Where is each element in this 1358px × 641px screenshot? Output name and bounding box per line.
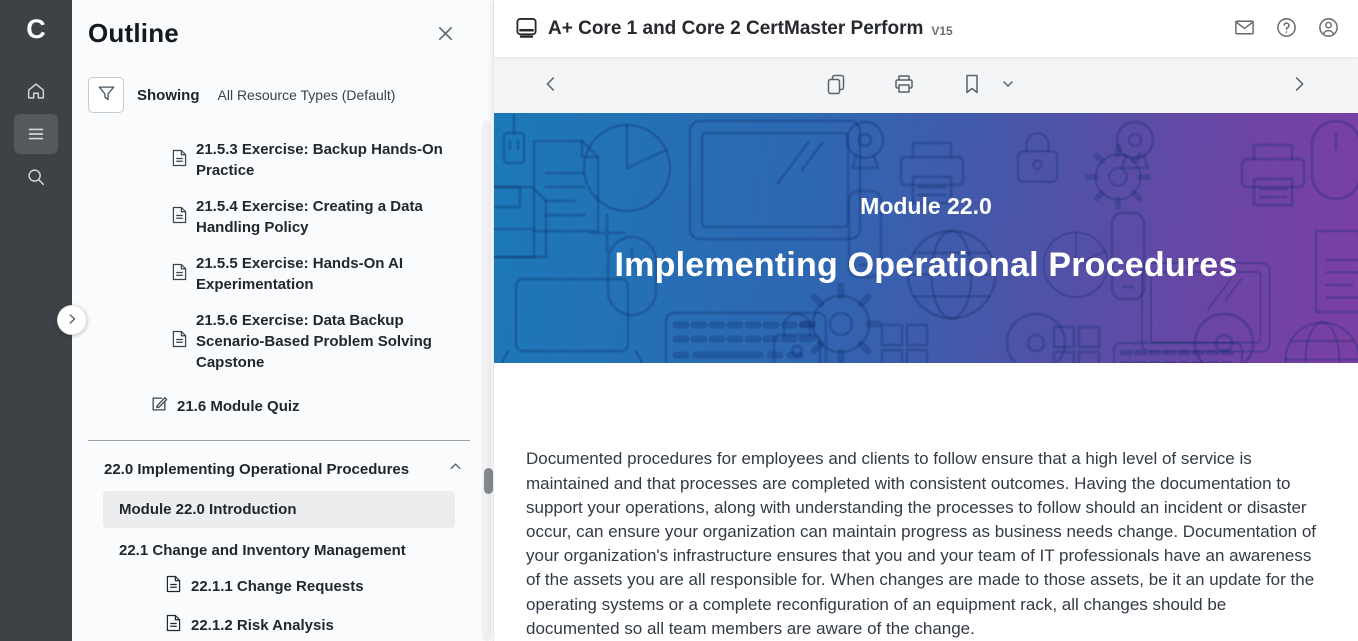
filter-value: All Resource Types (Default) xyxy=(218,87,396,103)
print-icon xyxy=(892,72,916,99)
outline-item[interactable]: 22.1.2 Risk Analysis xyxy=(166,614,477,636)
bookmark-menu-button[interactable] xyxy=(1000,76,1016,95)
course-header: A+ Core 1 and Core 2 CertMaster Perform … xyxy=(494,0,1358,57)
chevron-down-icon xyxy=(1000,76,1016,95)
help-button[interactable] xyxy=(1275,16,1298,42)
panel-expand-button[interactable] xyxy=(57,305,87,335)
lesson-body: Documented procedures for employees and … xyxy=(494,363,1358,641)
help-icon xyxy=(1275,16,1298,42)
filter-button[interactable] xyxy=(88,77,124,113)
chevron-left-icon xyxy=(540,73,562,98)
content-toolbar xyxy=(494,57,1358,113)
home-button[interactable] xyxy=(14,74,58,108)
bookmark-icon xyxy=(960,72,984,99)
module-banner: Module 22.0 Implementing Operational Pro… xyxy=(494,113,1358,363)
messages-button[interactable] xyxy=(1233,16,1256,42)
course-book-icon xyxy=(515,17,538,40)
toolbar-center-group xyxy=(824,72,1016,99)
copy-button[interactable] xyxy=(824,72,848,99)
close-icon xyxy=(436,31,455,46)
outline-item-label: 21.5.4 Exercise: Creating a Data Handlin… xyxy=(196,196,446,238)
outline-item-quiz[interactable]: 21.6 Module Quiz xyxy=(150,395,477,418)
search-button[interactable] xyxy=(14,160,58,194)
close-outline-button[interactable] xyxy=(436,24,455,46)
document-icon xyxy=(172,206,187,229)
outline-item[interactable]: 22.1.1 Change Requests xyxy=(166,575,477,597)
copy-icon xyxy=(824,72,848,99)
brand-logo[interactable]: C xyxy=(26,12,46,46)
print-button[interactable] xyxy=(892,72,916,99)
app: C Outli xyxy=(0,0,1358,641)
chevron-right-icon xyxy=(1288,73,1310,98)
filter-row: Showing All Resource Types (Default) xyxy=(88,77,477,113)
section-heading-label: 22.0 Implementing Operational Procedures xyxy=(104,461,409,478)
document-icon xyxy=(166,575,181,597)
chevron-right-icon xyxy=(65,312,79,329)
lesson-paragraph: Documented procedures for employees and … xyxy=(526,447,1320,641)
account-icon xyxy=(1317,16,1340,42)
outline-scrollbar-track[interactable] xyxy=(482,120,491,641)
mail-icon xyxy=(1233,16,1256,42)
outline-subsection[interactable]: 22.1 Change and Inventory Management xyxy=(119,542,477,559)
outline-divider xyxy=(88,440,470,441)
outline-item[interactable]: 21.5.6 Exercise: Data Backup Scenario-Ba… xyxy=(172,310,477,373)
quiz-icon xyxy=(150,395,168,418)
document-icon xyxy=(172,149,187,172)
outline-item[interactable]: 21.5.5 Exercise: Hands-On AI Experimenta… xyxy=(172,253,477,295)
search-icon xyxy=(25,166,47,188)
course-version: V15 xyxy=(931,24,952,38)
outline-item[interactable]: 21.5.4 Exercise: Creating a Data Handlin… xyxy=(172,196,477,238)
header-actions xyxy=(1233,16,1340,42)
menu-icon xyxy=(25,123,47,145)
main-content: A+ Core 1 and Core 2 CertMaster Perform … xyxy=(493,0,1358,641)
outline-list: 21.5.3 Exercise: Backup Hands-On Practic… xyxy=(88,139,477,636)
previous-page-button[interactable] xyxy=(540,73,562,98)
outline-scrollbar-thumb[interactable] xyxy=(484,468,493,494)
outline-item-current[interactable]: Module 22.0 Introduction xyxy=(103,491,455,528)
outline-item-label: 21.5.6 Exercise: Data Backup Scenario-Ba… xyxy=(196,310,446,373)
document-icon xyxy=(172,263,187,286)
filter-icon xyxy=(97,84,116,106)
document-icon xyxy=(166,614,181,636)
banner-module-label: Module 22.0 xyxy=(494,193,1358,220)
outline-header: Outline xyxy=(88,18,477,49)
rail-nav xyxy=(14,74,58,194)
outline-item-label: 22.1.2 Risk Analysis xyxy=(191,617,334,634)
left-rail: C xyxy=(0,0,72,641)
home-icon xyxy=(25,80,47,102)
chevron-up-icon xyxy=(448,459,463,479)
outline-title: Outline xyxy=(88,18,179,49)
outline-panel: Outline Showing All Resource Types (Defa… xyxy=(72,0,493,641)
document-icon xyxy=(172,330,187,353)
outline-item-label: 21.6 Module Quiz xyxy=(177,396,300,417)
outline-section-heading[interactable]: 22.0 Implementing Operational Procedures xyxy=(104,459,463,479)
outline-item[interactable]: 21.5.3 Exercise: Backup Hands-On Practic… xyxy=(172,139,477,181)
outline-item-label: 21.5.3 Exercise: Backup Hands-On Practic… xyxy=(196,139,446,181)
banner-title: Implementing Operational Procedures xyxy=(494,246,1358,285)
outline-item-label: 21.5.5 Exercise: Hands-On AI Experimenta… xyxy=(196,253,446,295)
course-title: A+ Core 1 and Core 2 CertMaster Perform xyxy=(548,18,923,40)
filter-showing-label: Showing xyxy=(137,87,200,104)
tech-pattern-decoration xyxy=(494,113,1358,363)
outline-menu-button[interactable] xyxy=(14,114,58,154)
next-page-button[interactable] xyxy=(1288,73,1310,98)
outline-item-label: 22.1.1 Change Requests xyxy=(191,578,364,595)
account-button[interactable] xyxy=(1317,16,1340,42)
bookmark-button[interactable] xyxy=(960,72,984,99)
